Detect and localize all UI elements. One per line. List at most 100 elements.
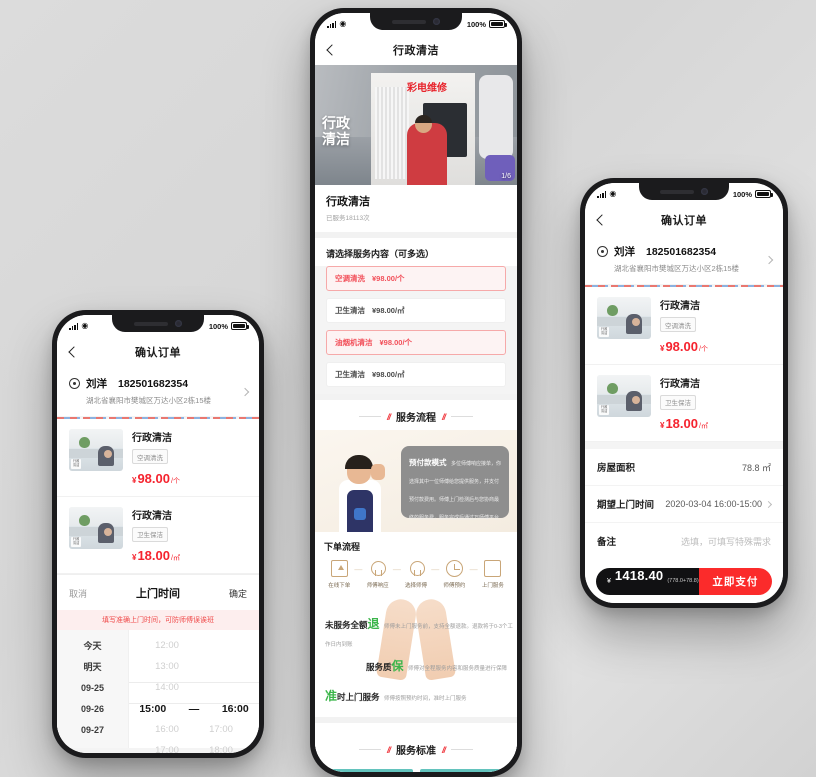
order-flow-steps: 在线下单 — 师傅响应 — 选择师傅 — 师傅预约 — 上门服务 (324, 560, 508, 589)
time-start: 12:00 (155, 640, 179, 651)
time-row[interactable]: 14:00 (129, 677, 259, 698)
time-picker-body[interactable]: 今天 明天 09-25 09-26 09-27 12:00 13:00 14:0… (57, 630, 259, 753)
time-row[interactable]: 12:00 (129, 635, 259, 656)
address-row: 刘洋 182501682354 (69, 376, 247, 391)
address-card[interactable]: 刘洋 182501682354 湖北省襄阳市樊城区万达小区2栋15楼 (57, 367, 259, 416)
back-icon[interactable] (67, 345, 81, 359)
currency-symbol: ¥ (660, 343, 665, 353)
option-price: ¥98.00/个 (372, 274, 405, 283)
time-row[interactable]: 13:00 (129, 656, 259, 677)
total-amount: 1418.40 (614, 567, 664, 583)
price-unit: /㎡ (171, 555, 180, 562)
signal-icon (327, 20, 337, 28)
thumbnail-caption: 行政 清洁 (599, 327, 610, 337)
prepay-promo: 预付款模式 多位师傅响应接单，你选择其中一位师傅给您提供服务，并支付预付款费用。… (315, 430, 517, 532)
notch (639, 183, 729, 200)
time-start: 13:00 (155, 661, 179, 672)
flow-step-label: 上门服务 (481, 583, 504, 589)
back-icon[interactable] (595, 213, 609, 227)
date-option[interactable]: 明天 (57, 656, 128, 677)
back-icon[interactable] (325, 43, 339, 57)
price-amount: 98.00 (137, 470, 170, 486)
date-option[interactable]: 09-26 (57, 698, 128, 719)
order-item-info: 行政清洁 卫生保洁 ¥ 18.00 /㎡ (132, 507, 247, 563)
phone-middle-service-detail: ◉ 100% 行政清洁 行政 清洁 彩电维修 1/6 行政清洁 已服务18113… (310, 8, 522, 777)
service-option[interactable]: 卫生清洁 ¥98.00/㎡ (326, 362, 506, 387)
time-end: 17:00 (209, 724, 233, 735)
chevron-right-icon (242, 389, 248, 395)
price-amount: 18.00 (665, 416, 698, 431)
page-title: 行政清洁 (393, 45, 439, 57)
service-option-selected[interactable]: 油烟机清洁 ¥98.00/个 (326, 330, 506, 355)
recipient-phone: 182501682354 (118, 377, 189, 390)
screen-content: 行政 清洁 彩电维修 1/6 行政清洁 已服务18113次 请选择服务内容（可多… (315, 65, 517, 772)
field-expected-time[interactable]: 期望上门时间 2020-03-04 16:00-15:00 (585, 486, 783, 523)
field-house-area[interactable]: 房屋面积 78.8 ㎡ (585, 449, 783, 486)
standard-card (326, 769, 413, 772)
remark-input[interactable]: 选填，可填写特殊需求 (681, 535, 771, 548)
phone-right-order-confirm: ◉ 100% 确认订单 刘洋 182501682354 湖北省襄阳市樊城区万达小… (580, 178, 788, 608)
field-remark[interactable]: 备注 选填，可填写特殊需求 (585, 523, 783, 559)
signal-icon (597, 190, 607, 198)
wifi-icon: ◉ (609, 189, 617, 198)
battery-percent-label: 100% (466, 19, 486, 29)
picker-cancel-button[interactable]: 取消 (69, 587, 87, 600)
flow-step: 师傅预约 (439, 560, 469, 589)
flow-arrow: — (469, 565, 478, 574)
time-row[interactable]: 17:00 18:00 (129, 740, 259, 753)
guarantee-title-highlight: 保 (391, 659, 404, 673)
address-detail: 湖北省襄阳市樊城区万达小区2栋15楼 (614, 264, 740, 273)
option-price: ¥98.00/㎡ (372, 306, 405, 315)
battery-icon (231, 322, 249, 330)
flow-step: 选择师傅 (401, 560, 431, 589)
order-flow: 下单流程 在线下单 — 师傅响应 — 选择师傅 — 师傅预约 — 上门服务 (315, 532, 517, 599)
order-item-badge: 空调清洗 (132, 449, 168, 464)
pay-now-button[interactable]: 立即支付 (698, 567, 772, 595)
earpiece-speaker (134, 321, 168, 326)
prepay-bubble: 预付款模式 多位师傅响应接单，你选择其中一位师傅给您提供服务，并支付预付款费用。… (401, 446, 509, 521)
service-option-selected[interactable]: 空调清洗 ¥98.00/个 (326, 266, 506, 291)
option-price: ¥98.00/个 (379, 338, 413, 347)
options-header: 请选择服务内容（可多选） (315, 238, 517, 266)
time-row[interactable]: 16:00 17:00 (129, 719, 259, 740)
heading-rule-right (451, 416, 474, 417)
service-option[interactable]: 卫生清洁 ¥98.00/㎡ (326, 298, 506, 323)
field-label: 期望上门时间 (597, 500, 655, 511)
front-camera (433, 18, 440, 25)
standard-section: // 服务标准 // (315, 723, 517, 772)
wifi-icon: ◉ (339, 19, 347, 28)
wifi-icon: ◉ (81, 321, 89, 330)
order-item-price: ¥ 98.00 /个 (132, 471, 247, 486)
prepay-bubble-title: 预付款模式 (409, 458, 447, 467)
banner-person-right (479, 75, 513, 159)
date-option[interactable]: 09-27 (57, 719, 128, 740)
date-option[interactable]: 今天 (57, 635, 128, 656)
dashed-divider (57, 416, 259, 419)
two-people-icon (369, 560, 387, 577)
recipient-phone: 182501682354 (646, 245, 717, 258)
location-pin-icon (69, 378, 80, 389)
heading-mark-left: // (386, 744, 391, 755)
hero-banner[interactable]: 行政 清洁 彩电维修 1/6 (315, 65, 517, 185)
picker-title: 上门时间 (136, 588, 180, 600)
time-column[interactable]: 12:00 13:00 14:00 15:00 — 16:00 16:00 17… (129, 630, 259, 753)
time-end: 18:00 (209, 745, 233, 753)
picker-confirm-button[interactable]: 确定 (229, 587, 247, 600)
time-row-selected[interactable]: 15:00 — 16:00 (129, 698, 259, 719)
guarantee-title-highlight: 准 (325, 689, 338, 703)
page-title: 确认订单 (661, 215, 707, 227)
flow-step: 师傅响应 (362, 560, 392, 589)
door-icon (484, 560, 502, 577)
currency-symbol: ¥ (660, 421, 665, 430)
address-card[interactable]: 刘洋 182501682354 湖北省襄阳市樊城区万达小区2栋15楼 (585, 235, 783, 284)
guarantee-title-pre: 服务质 (366, 662, 392, 672)
service-title: 行政清洁 (326, 196, 370, 208)
heading-mark-left: // (386, 411, 391, 422)
date-option[interactable]: 09-25 (57, 677, 128, 698)
phone-right-screen: ◉ 100% 确认订单 刘洋 182501682354 湖北省襄阳市樊城区万达小… (585, 183, 783, 603)
order-item-badge: 卫生保洁 (660, 394, 696, 410)
battery-icon (489, 20, 507, 28)
order-flow-heading: 下单流程 (324, 542, 361, 552)
date-column[interactable]: 今天 明天 09-25 09-26 09-27 (57, 630, 129, 748)
phone-left-screen: ◉ 100% 确认订单 刘洋 182501682354 湖北省襄阳市樊城区万达小… (57, 315, 259, 753)
